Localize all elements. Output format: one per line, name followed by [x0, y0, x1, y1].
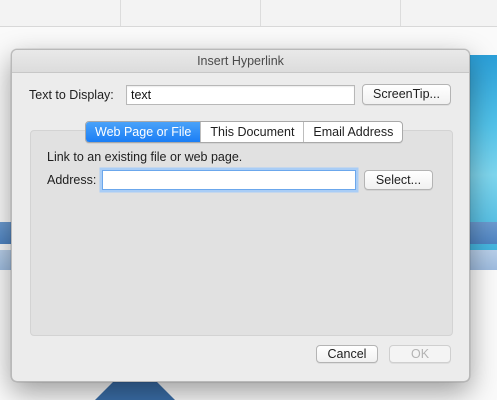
link-type-tabs: Web Page or File This Document Email Add…	[85, 121, 404, 143]
select-button[interactable]: Select...	[364, 170, 433, 190]
cancel-button[interactable]: Cancel	[316, 345, 378, 363]
ok-button[interactable]: OK	[389, 345, 451, 363]
insert-hyperlink-dialog: Insert Hyperlink Text to Display: text S…	[11, 49, 470, 382]
tab-this-document[interactable]: This Document	[200, 122, 303, 142]
address-label: Address:	[47, 173, 97, 187]
link-description: Link to an existing file or web page.	[47, 150, 243, 164]
tab-email-address[interactable]: Email Address	[303, 122, 402, 142]
document-toolbar	[0, 0, 497, 27]
screentip-button[interactable]: ScreenTip...	[362, 84, 451, 105]
dialog-title: Insert Hyperlink	[12, 50, 469, 73]
address-input[interactable]	[102, 170, 356, 190]
text-to-display-field[interactable]: text	[126, 85, 355, 105]
toolbar-divider	[120, 0, 121, 26]
text-to-display-label: Text to Display:	[29, 88, 114, 102]
toolbar-divider	[260, 0, 261, 26]
toolbar-divider	[400, 0, 401, 26]
tab-web-page-or-file[interactable]: Web Page or File	[86, 122, 201, 142]
